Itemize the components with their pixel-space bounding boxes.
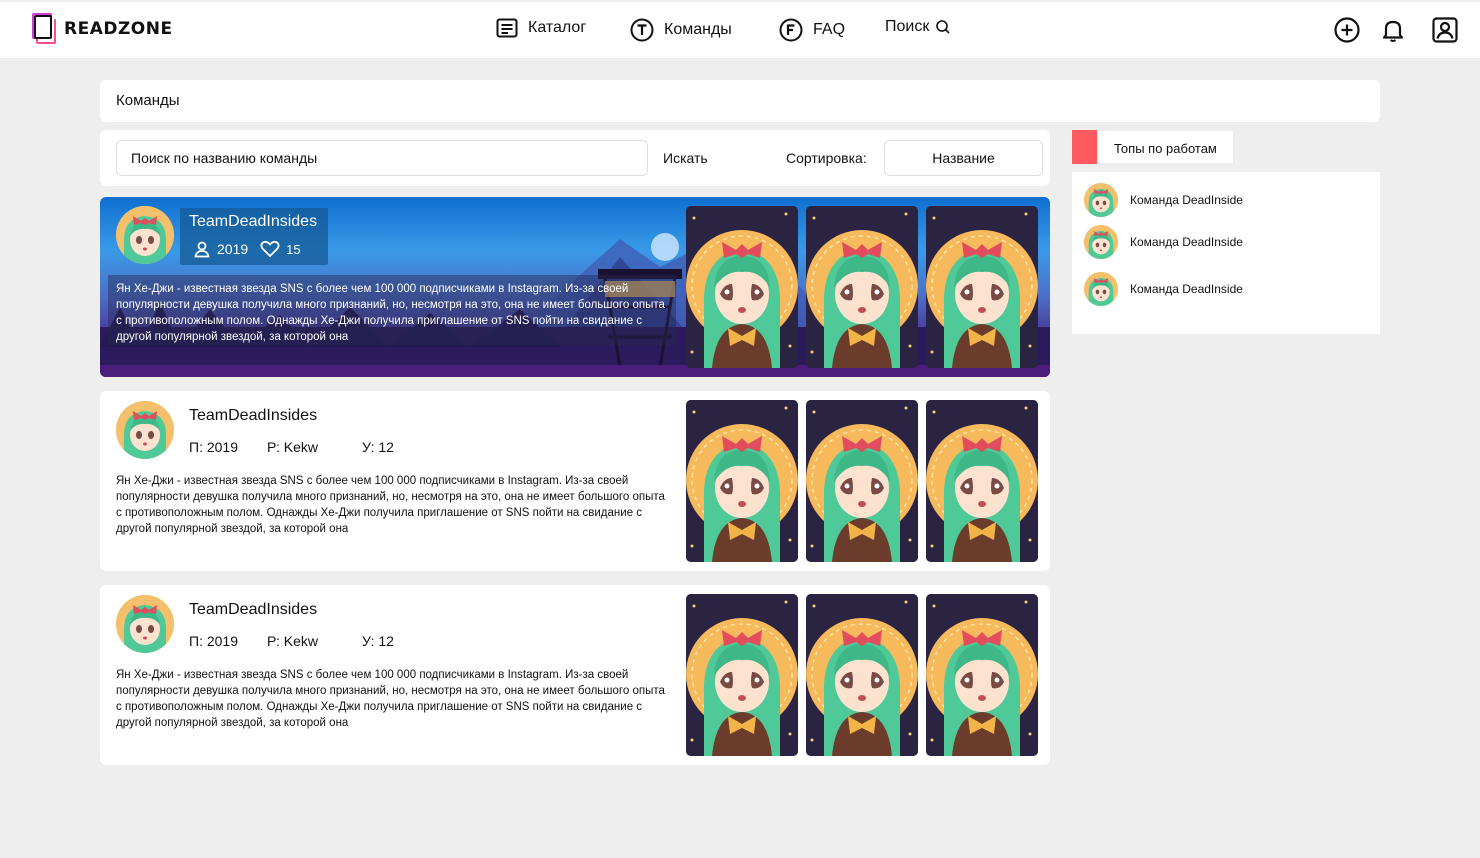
featured-stats: 2019 15 [193,240,301,258]
page-title: Команды [116,92,180,109]
members-icon [194,241,210,258]
work-thumbnail[interactable] [686,594,798,756]
work-thumbnail[interactable] [686,206,798,368]
team-avatar [116,401,174,459]
logo-text: READZONE [64,19,173,39]
page-title-bar: Команды [100,80,1380,122]
catalog-icon [496,18,518,38]
sort-label: Сортировка: [786,150,867,166]
profile-icon[interactable] [1431,16,1459,44]
tops-tab[interactable]: Топы по работам [1072,130,1234,164]
work-thumbnail[interactable] [926,400,1038,562]
tops-list: Команда DeadInside Команда DeadInside Ко… [1072,172,1380,334]
team-description: Ян Хе-Джи - известная звезда SNS с более… [116,475,665,535]
tops-list-item[interactable]: Команда DeadInside [1084,183,1243,217]
team-name[interactable]: TeamDeadInsides [189,601,317,619]
work-thumbnail[interactable] [806,400,918,562]
tops-list-item[interactable]: Команда DeadInside [1084,225,1243,259]
nav-teams[interactable]: Команды [630,18,732,42]
nav-faq[interactable]: FAQ [779,18,845,42]
team-name[interactable]: TeamDeadInsides [189,407,317,425]
team-avatar [116,206,174,264]
stat-members: У: 12 [362,439,394,455]
members-count: 2019 [217,241,249,257]
search-button[interactable]: Искать [663,150,708,166]
stat-members: У: 12 [362,633,394,649]
tops-tab-accent [1072,130,1097,164]
heart-icon[interactable] [260,240,280,258]
work-thumbnail[interactable] [926,594,1038,756]
stat-role: Р: Kekw [267,439,319,455]
team-mini-avatar [1084,183,1118,217]
stat-projects: П: 2019 [189,439,238,455]
work-thumbnail[interactable] [806,594,918,756]
team-search-input[interactable] [116,140,648,176]
bell-icon[interactable] [1379,16,1407,44]
work-thumbnail[interactable] [686,400,798,562]
team-avatar [116,595,174,653]
work-thumbnail[interactable] [806,206,918,368]
team-mini-avatar [1084,272,1118,306]
team-card[interactable]: TeamDeadInsides П: 2019 Р: Kekw У: 12 Ян… [100,391,1050,571]
team-description: Ян Хе-Джи - известная звезда SNS с более… [116,669,665,729]
sort-select[interactable]: Название [884,140,1043,176]
tops-list-item[interactable]: Команда DeadInside [1084,272,1243,306]
logo[interactable]: READZONE [32,13,173,45]
search-bar: Искать Сортировка: Название [100,130,1050,186]
top-header: READZONE Каталог Команды FAQ Поиск [0,2,1480,58]
team-description: Ян Хе-Джи - известная звезда SNS с более… [116,283,665,343]
team-card-featured[interactable]: TeamDeadInsides 2019 15 Ян Хе-Джи - изве… [100,197,1050,377]
add-icon[interactable] [1333,16,1361,44]
faq-icon [779,18,803,42]
nav-catalog-label: Каталог [528,19,587,36]
logo-icon [32,13,58,45]
tops-tab-label[interactable]: Топы по работам [1097,130,1234,164]
stat-projects: П: 2019 [189,633,238,649]
stat-role: Р: Kekw [267,633,319,649]
nav-search-label: Поиск [885,18,930,35]
nav-teams-label: Команды [664,21,732,38]
team-name[interactable]: TeamDeadInsides [189,213,317,231]
likes-count: 15 [286,241,301,257]
work-thumbnail[interactable] [926,206,1038,368]
nav-search[interactable]: Поиск [885,18,951,36]
tops-item-label: Команда DeadInside [1130,235,1243,249]
team-card[interactable]: TeamDeadInsides П: 2019 Р: Kekw У: 12 Ян… [100,585,1050,765]
nav-catalog[interactable]: Каталог [496,18,586,38]
nav-faq-label: FAQ [813,21,846,38]
teams-icon [630,18,654,42]
tops-item-label: Команда DeadInside [1130,282,1243,296]
team-mini-avatar [1084,225,1118,259]
tops-item-label: Команда DeadInside [1130,193,1243,207]
search-icon [936,20,950,34]
